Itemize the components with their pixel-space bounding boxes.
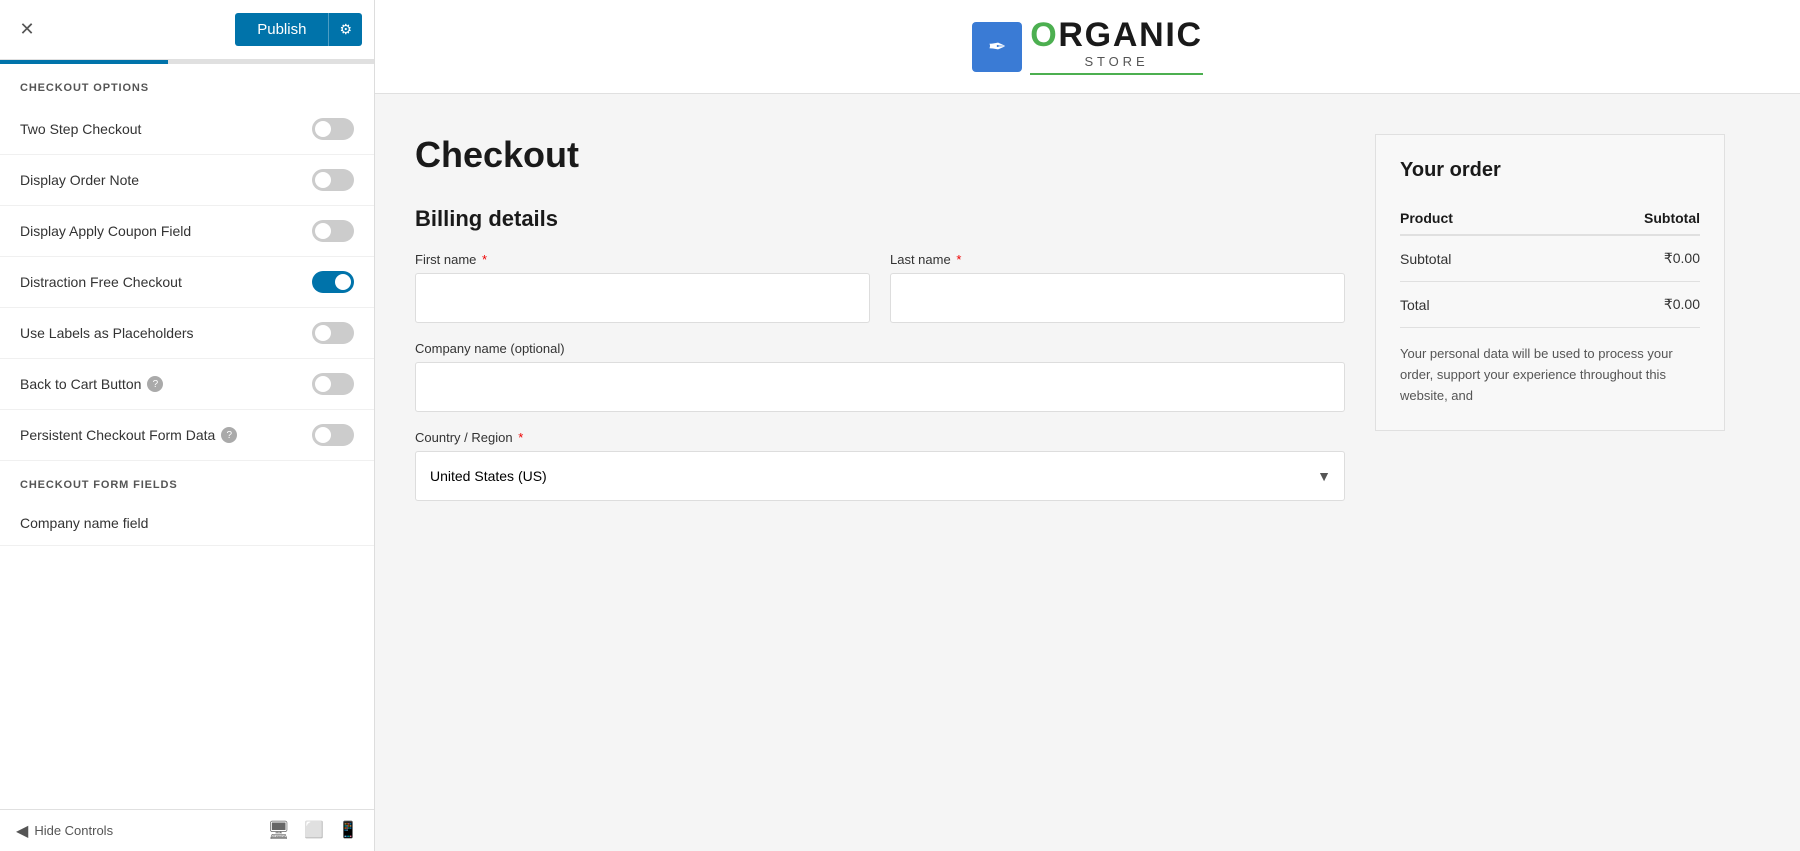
logo-text-organic: O xyxy=(1030,16,1058,54)
checkout-left: Checkout Billing details First name * La… xyxy=(415,134,1345,519)
toggle-display-apply-coupon[interactable] xyxy=(312,220,354,242)
last-name-required: * xyxy=(956,252,961,267)
checkout-right: Your order Product Subtotal Subtotal ₹0.… xyxy=(1375,134,1725,519)
bottom-bar: ◀ Hide Controls 🖥 ⬜ 📱 xyxy=(0,809,374,851)
logo-text-block: ORGANIC STORE xyxy=(1030,18,1202,75)
close-button[interactable]: ✕ xyxy=(12,15,42,45)
publish-gear-button[interactable]: ⚙ xyxy=(328,13,362,46)
last-name-label: Last name * xyxy=(890,252,1345,267)
field-company-name: Company name field xyxy=(0,501,374,546)
col-subtotal: Subtotal xyxy=(1546,202,1700,235)
checkout-options-header: CHECKOUT OPTIONS xyxy=(0,64,374,104)
toggle-row-back-to-cart: Back to Cart Button ? xyxy=(0,359,374,410)
company-name-label: Company name (optional) xyxy=(415,341,1345,356)
logo-text: ORGANIC xyxy=(1030,18,1202,52)
order-table-header: Product Subtotal xyxy=(1400,202,1700,235)
total-row: Total ₹0.00 xyxy=(1400,282,1700,328)
order-table: Product Subtotal Subtotal ₹0.00 Total ₹0… xyxy=(1400,202,1700,328)
mobile-icon[interactable]: 📱 xyxy=(338,820,358,841)
toggle-row-distraction-free: Distraction Free Checkout xyxy=(0,257,374,308)
subtotal-value: ₹0.00 xyxy=(1546,235,1700,282)
first-name-input[interactable] xyxy=(415,273,870,323)
toggle-row-display-order-note: Display Order Note xyxy=(0,155,374,206)
first-name-label: First name * xyxy=(415,252,870,267)
total-value: ₹0.00 xyxy=(1546,282,1700,328)
hide-controls-icon: ◀ xyxy=(16,821,28,841)
hide-controls-label: Hide Controls xyxy=(34,823,113,838)
toggle-row-persistent-checkout: Persistent Checkout Form Data ? xyxy=(0,410,374,461)
country-select[interactable]: United States (US) xyxy=(415,451,1345,501)
right-content: ✒ ORGANIC STORE Checkout Billing details… xyxy=(375,0,1800,851)
help-icon-persistent-checkout[interactable]: ? xyxy=(221,427,237,443)
total-label: Total xyxy=(1400,282,1546,328)
form-fields-section: Company name field xyxy=(0,501,374,546)
col-product: Product xyxy=(1400,202,1546,235)
checkout-form-fields-header: CHECKOUT FORM FIELDS xyxy=(0,461,374,501)
toggle-row-use-labels: Use Labels as Placeholders xyxy=(0,308,374,359)
toggle-persistent-checkout[interactable] xyxy=(312,424,354,446)
device-icons: 🖥 ⬜ 📱 xyxy=(267,820,358,841)
toggle-back-to-cart[interactable] xyxy=(312,373,354,395)
toggle-label-display-order-note: Display Order Note xyxy=(20,172,139,188)
toggle-display-order-note[interactable] xyxy=(312,169,354,191)
company-name-input[interactable] xyxy=(415,362,1345,412)
toggle-row-two-step: Two Step Checkout xyxy=(0,104,374,155)
desktop-icon[interactable]: 🖥 xyxy=(267,820,290,841)
logo-line xyxy=(1030,73,1202,75)
toggle-two-step[interactable] xyxy=(312,118,354,140)
logo-text-rest: RGANIC xyxy=(1058,16,1202,54)
country-field: Country / Region * United States (US) ▼ xyxy=(415,430,1345,501)
toggle-row-display-apply-coupon: Display Apply Coupon Field xyxy=(0,206,374,257)
toggle-label-back-to-cart: Back to Cart Button ? xyxy=(20,376,163,392)
hide-controls-button[interactable]: ◀ Hide Controls xyxy=(16,821,113,841)
order-privacy: Your personal data will be used to proce… xyxy=(1400,344,1700,406)
top-bar: ✕ Publish ⚙ xyxy=(0,0,374,60)
checkout-page: Checkout Billing details First name * La… xyxy=(375,94,1775,559)
name-row: First name * Last name * xyxy=(415,252,1345,323)
left-panel: ✕ Publish ⚙ CHECKOUT OPTIONS Two Step Ch… xyxy=(0,0,375,851)
logo-area: ✒ ORGANIC STORE xyxy=(972,18,1202,75)
billing-title: Billing details xyxy=(415,206,1345,232)
country-required: * xyxy=(518,430,523,445)
subtotal-label: Subtotal xyxy=(1400,235,1546,282)
toggle-use-labels[interactable] xyxy=(312,322,354,344)
company-name-field: Company name (optional) xyxy=(415,341,1345,412)
first-name-field: First name * xyxy=(415,252,870,323)
country-select-wrap: United States (US) ▼ xyxy=(415,451,1345,501)
first-name-required: * xyxy=(482,252,487,267)
site-header: ✒ ORGANIC STORE xyxy=(375,0,1800,94)
help-icon-back-to-cart[interactable]: ? xyxy=(147,376,163,392)
tablet-icon[interactable]: ⬜ xyxy=(304,820,324,841)
toggle-label-use-labels: Use Labels as Placeholders xyxy=(20,325,194,341)
last-name-input[interactable] xyxy=(890,273,1345,323)
toggle-label-display-apply-coupon: Display Apply Coupon Field xyxy=(20,223,191,239)
toggle-distraction-free[interactable] xyxy=(312,271,354,293)
toggle-label-two-step: Two Step Checkout xyxy=(20,121,141,137)
order-box: Your order Product Subtotal Subtotal ₹0.… xyxy=(1375,134,1725,431)
toggle-label-distraction-free: Distraction Free Checkout xyxy=(20,274,182,290)
logo-sub: STORE xyxy=(1030,54,1202,69)
order-title: Your order xyxy=(1400,159,1700,182)
checkout-title: Checkout xyxy=(415,134,1345,176)
logo-icon: ✒ xyxy=(972,22,1022,72)
country-label: Country / Region * xyxy=(415,430,1345,445)
publish-area: Publish ⚙ xyxy=(235,13,362,46)
last-name-field: Last name * xyxy=(890,252,1345,323)
subtotal-row: Subtotal ₹0.00 xyxy=(1400,235,1700,282)
publish-button[interactable]: Publish xyxy=(235,13,328,46)
toggle-label-persistent-checkout: Persistent Checkout Form Data ? xyxy=(20,427,237,443)
